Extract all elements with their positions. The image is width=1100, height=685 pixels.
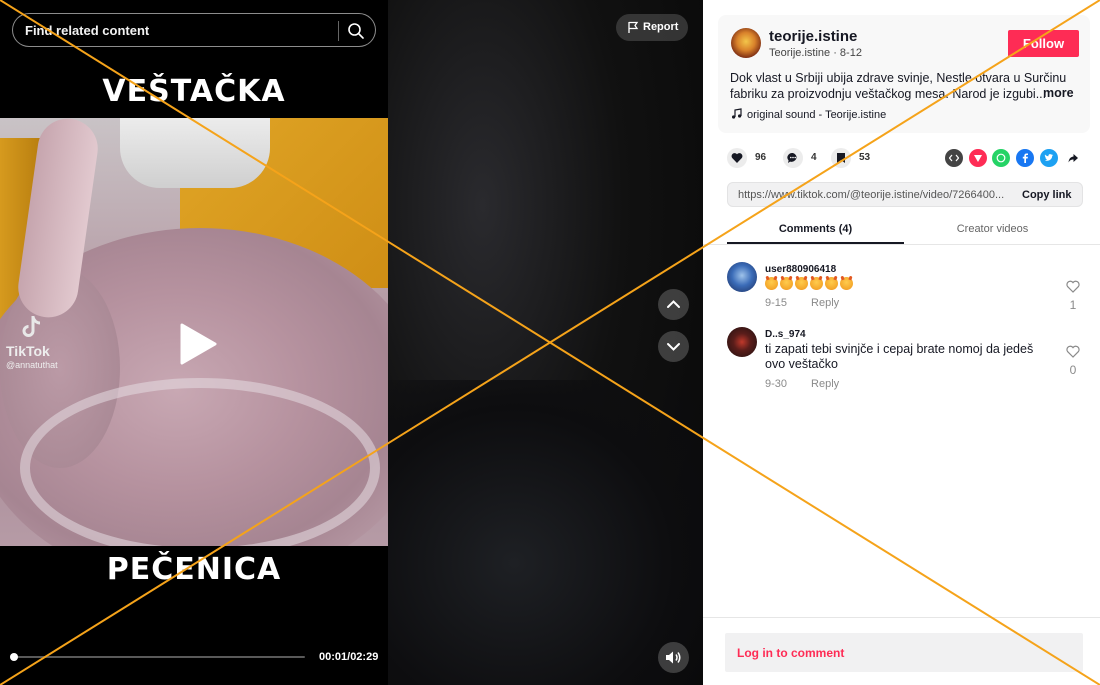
heart-outline-icon: [1066, 280, 1080, 293]
flag-icon: [628, 21, 639, 33]
comment-input-bar: Log in to comment: [703, 617, 1100, 685]
video-caption-top: VEŠTAČKA: [102, 74, 286, 109]
active-tab-indicator: [727, 242, 904, 244]
commenter-name[interactable]: D..s_974: [765, 329, 806, 340]
devil-emoji-icon: [780, 277, 793, 290]
comment-emoji-row: [765, 277, 855, 291]
chevron-up-icon: [667, 300, 680, 308]
author-name[interactable]: teorije.istine: [769, 28, 857, 45]
comment-text: ti zapati tebi svinjče i cepaj brate nom…: [765, 342, 1034, 371]
twitter-icon[interactable]: [1040, 149, 1058, 167]
tab-comments[interactable]: Comments (4): [727, 223, 904, 235]
comment-like-count: 0: [1069, 363, 1077, 377]
copy-link-button[interactable]: Copy link: [1022, 189, 1072, 201]
tiktok-logo-icon: [22, 316, 41, 337]
details-panel: teorije.istine Teorije.istine · 8-12 Fol…: [703, 0, 1100, 685]
next-video-button[interactable]: [658, 331, 689, 362]
comment-item: user880906418 9-15 Reply 1: [727, 262, 1087, 317]
tab-creator-videos[interactable]: Creator videos: [904, 223, 1081, 235]
whatsapp-icon[interactable]: [992, 149, 1010, 167]
share-arrow-icon[interactable]: [1064, 149, 1082, 167]
description-card: teorije.istine Teorije.istine · 8-12 Fol…: [718, 15, 1090, 133]
page-root: VEŠTAČKA PEČENICA TikTok @annatuthat 00:…: [0, 0, 1100, 685]
devil-emoji-icon: [795, 277, 808, 290]
comment-icon-wrap: [783, 148, 803, 168]
video-url[interactable]: https://www.tiktok.com/@teorije.istine/v…: [738, 189, 1008, 201]
devil-emoji-icon: [810, 277, 823, 290]
comment-count: 4: [811, 152, 817, 163]
comment-meta: 9-30 Reply: [765, 378, 839, 390]
video-description: Dok vlast u Srbiji ubija zdrave svinje, …: [730, 70, 1080, 102]
video-caption-bottom: PEČENICA: [106, 552, 282, 587]
commenter-avatar[interactable]: [727, 262, 757, 292]
chevron-down-icon: [667, 343, 680, 351]
previous-video-button[interactable]: [658, 289, 689, 320]
login-to-comment-label: Log in to comment: [737, 646, 845, 660]
comment-like-button[interactable]: 1: [1063, 280, 1083, 312]
commenter-avatar[interactable]: [727, 327, 757, 357]
search-placeholder: Find related content: [25, 23, 150, 38]
video-player[interactable]: VEŠTAČKA PEČENICA TikTok @annatuthat 00:…: [0, 0, 388, 685]
share-arrow-glyph: [1068, 154, 1078, 163]
send-glyph: [974, 155, 982, 162]
music-note-icon: [732, 108, 742, 119]
commenter-name[interactable]: user880906418: [765, 264, 836, 275]
devil-emoji-icon: [840, 277, 853, 290]
video-link-box: https://www.tiktok.com/@teorije.istine/v…: [727, 182, 1083, 207]
report-button[interactable]: Report: [616, 14, 688, 41]
comment-date: 9-15: [765, 297, 788, 309]
comment-like-count: 1: [1069, 298, 1077, 312]
like-icon-wrap: [727, 148, 747, 168]
follow-button[interactable]: Follow: [1008, 30, 1079, 57]
comment-item: D..s_974 ti zapati tebi svinjče i cepaj …: [727, 327, 1087, 397]
save-count: 53: [859, 152, 871, 163]
blurred-background-lower: [388, 380, 703, 685]
bookmark-icon: [837, 153, 845, 163]
video-panel: VEŠTAČKA PEČENICA TikTok @annatuthat 00:…: [0, 0, 703, 685]
reply-button[interactable]: Reply: [811, 378, 839, 390]
watermark-handle: @annatuthat: [6, 360, 58, 370]
devil-emoji-icon: [765, 277, 778, 290]
report-label: Report: [643, 21, 679, 33]
sound-link[interactable]: original sound - Teorije.istine: [731, 108, 886, 121]
embed-icon[interactable]: [945, 149, 963, 167]
progress-knob[interactable]: [10, 653, 19, 661]
play-icon[interactable]: [178, 322, 218, 366]
search-input[interactable]: Find related content: [12, 13, 376, 47]
comment-tabs: Comments (4) Creator videos: [703, 218, 1100, 245]
facebook-icon[interactable]: [1016, 149, 1034, 167]
video-progress-bar[interactable]: [10, 653, 305, 661]
reply-button[interactable]: Reply: [811, 297, 839, 309]
author-subline: Teorije.istine · 8-12: [769, 47, 862, 59]
twitter-glyph: [1044, 154, 1054, 161]
save-icon-wrap: [831, 148, 851, 168]
action-bar: 96 4 53: [727, 148, 1087, 170]
facebook-glyph: [1022, 153, 1028, 163]
volume-button[interactable]: [658, 642, 689, 673]
devil-emoji-icon: [825, 277, 838, 290]
heart-outline-icon: [1066, 345, 1080, 358]
video-time: 00:01/02:29: [319, 651, 379, 663]
embed-glyph: [949, 154, 959, 162]
more-link[interactable]: more: [1043, 86, 1074, 100]
scene-glove: [120, 118, 270, 188]
author-avatar[interactable]: [731, 28, 761, 58]
sound-name: original sound - Teorije.istine: [747, 109, 887, 121]
comment-date: 9-30: [765, 378, 788, 390]
comment-like-button[interactable]: 0: [1063, 345, 1083, 377]
heart-icon: [731, 153, 743, 163]
search-divider: [338, 21, 339, 41]
search-icon[interactable]: [347, 22, 365, 40]
send-icon[interactable]: [969, 149, 987, 167]
whatsapp-glyph: [996, 153, 1006, 163]
comment-meta: 9-15 Reply: [765, 297, 839, 309]
tiktok-watermark: TikTok @annatuthat: [6, 315, 86, 370]
comment-icon: [787, 152, 797, 163]
like-count: 96: [755, 152, 767, 163]
scene-bowl: [20, 378, 380, 546]
login-to-comment-button[interactable]: Log in to comment: [725, 633, 1083, 672]
watermark-brand: TikTok: [6, 343, 50, 359]
volume-icon: [666, 651, 681, 664]
description-text: Dok vlast u Srbiji ubija zdrave svinje, …: [730, 71, 1067, 101]
